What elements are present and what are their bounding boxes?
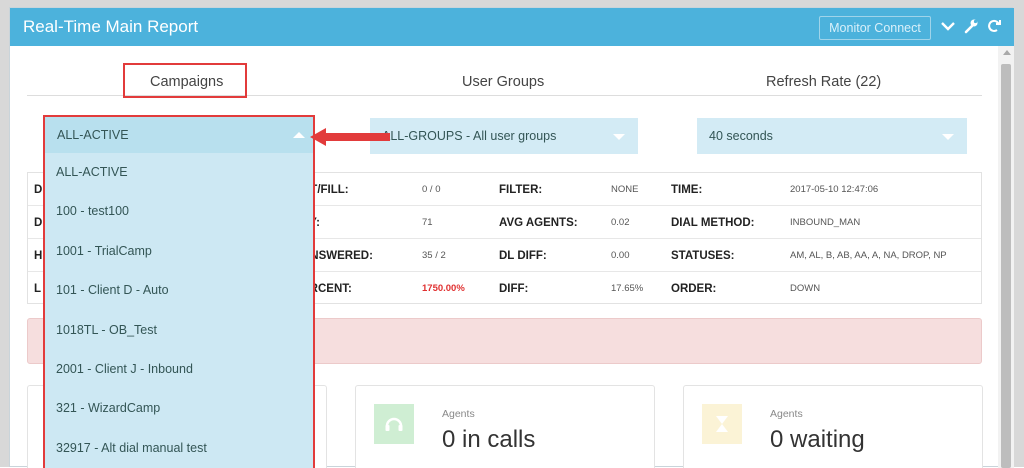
campaign-option[interactable]: 1018TL - OB_Test — [45, 311, 313, 350]
card-value: 0 in calls — [442, 426, 536, 453]
stats-cell: L — [34, 283, 42, 295]
stats-label: STATUSES: — [671, 250, 735, 262]
headset-icon — [374, 404, 414, 444]
stats-label: AVG AGENTS: — [499, 217, 578, 229]
stats-cell: H — [34, 250, 43, 262]
campaign-option[interactable]: 321 - WizardCamp — [45, 389, 313, 428]
chevron-down-icon — [942, 134, 954, 140]
scroll-up-icon[interactable] — [1003, 50, 1011, 55]
panel-header: Real-Time Main Report Monitor Connect — [10, 8, 1014, 46]
report-panel: Real-Time Main Report Monitor Connect Ca… — [9, 7, 1014, 468]
refresh-icon[interactable] — [985, 17, 1003, 35]
agents-waiting-card: Agents 0 waiting — [683, 385, 983, 468]
user-group-select[interactable]: ALL-GROUPS - All user groups — [370, 118, 638, 154]
campaign-option[interactable]: 101 - Client D - Auto — [45, 271, 313, 310]
stats-label: FILTER: — [499, 184, 543, 196]
refresh-rate-select-value: 40 seconds — [709, 129, 773, 143]
stats-label: DL DIFF: — [499, 250, 547, 262]
stats-value: 35 / 2 — [422, 250, 446, 261]
campaign-option[interactable]: 100 - test100 — [45, 192, 313, 231]
stats-value: INBOUND_MAN — [790, 217, 861, 228]
hourglass-icon — [702, 404, 742, 444]
page-title: Real-Time Main Report — [23, 17, 199, 36]
stats-label: TIME: — [671, 184, 703, 196]
stats-cell: D — [34, 184, 43, 196]
campaign-option[interactable]: 2001 - Client J - Inbound — [45, 350, 313, 389]
tab-refresh-rate[interactable]: Refresh Rate (22) — [766, 74, 881, 90]
report-content: Campaigns User Groups Refresh Rate (22) … — [10, 46, 1000, 468]
stats-value: 0.00 — [611, 250, 630, 261]
card-value: 0 waiting — [770, 426, 865, 453]
agents-in-calls-card: Agents 0 in calls — [355, 385, 655, 468]
stats-value: 2017-05-10 12:47:06 — [790, 184, 879, 195]
campaign-select[interactable]: ALL-ACTIVE — [45, 117, 313, 153]
campaigns-highlight-box — [123, 63, 247, 98]
tab-user-groups[interactable]: User Groups — [462, 74, 544, 90]
stats-value: 0 / 0 — [422, 184, 441, 195]
stats-cell: D — [34, 217, 43, 229]
user-group-select-value: ALL-GROUPS - All user groups — [382, 129, 557, 143]
stats-label: DIAL METHOD: — [671, 217, 755, 229]
campaign-option[interactable]: ALL-ACTIVE — [45, 153, 313, 192]
stats-label: DIFF: — [499, 283, 529, 295]
chevron-down-icon[interactable] — [939, 17, 957, 35]
stats-value: 17.65% — [611, 283, 644, 294]
arrow-left-icon — [310, 128, 390, 146]
chevron-down-icon — [613, 134, 625, 140]
chevron-up-icon — [293, 132, 305, 138]
campaign-dropdown[interactable]: ALL-ACTIVE ALL-ACTIVE 100 - test100 1001… — [43, 115, 315, 468]
card-subtitle: Agents — [770, 408, 803, 420]
campaign-option[interactable]: 1001 - TrialCamp — [45, 232, 313, 271]
refresh-rate-select[interactable]: 40 seconds — [697, 118, 967, 154]
wrench-icon[interactable] — [962, 17, 980, 35]
screenshot-frame: Real-Time Main Report Monitor Connect Ca… — [0, 0, 1024, 468]
campaign-options-list: ALL-ACTIVE 100 - test100 1001 - TrialCam… — [45, 153, 313, 468]
stats-value: AM, AL, B, AB, AA, A, NA, DROP, NP — [790, 250, 947, 261]
stats-label: ORDER: — [671, 283, 717, 295]
stats-value: 71 — [422, 217, 433, 228]
monitor-connect-button[interactable]: Monitor Connect — [819, 16, 931, 40]
stats-value: 1750.00% — [422, 283, 465, 294]
campaign-select-value: ALL-ACTIVE — [57, 128, 129, 142]
stats-value: DOWN — [790, 283, 821, 294]
campaign-option[interactable]: 32917 - Alt dial manual test — [45, 429, 313, 468]
stats-value: NONE — [611, 184, 639, 195]
scrollbar-thumb[interactable] — [1001, 64, 1011, 468]
card-subtitle: Agents — [442, 408, 475, 420]
stats-value: 0.02 — [611, 217, 630, 228]
